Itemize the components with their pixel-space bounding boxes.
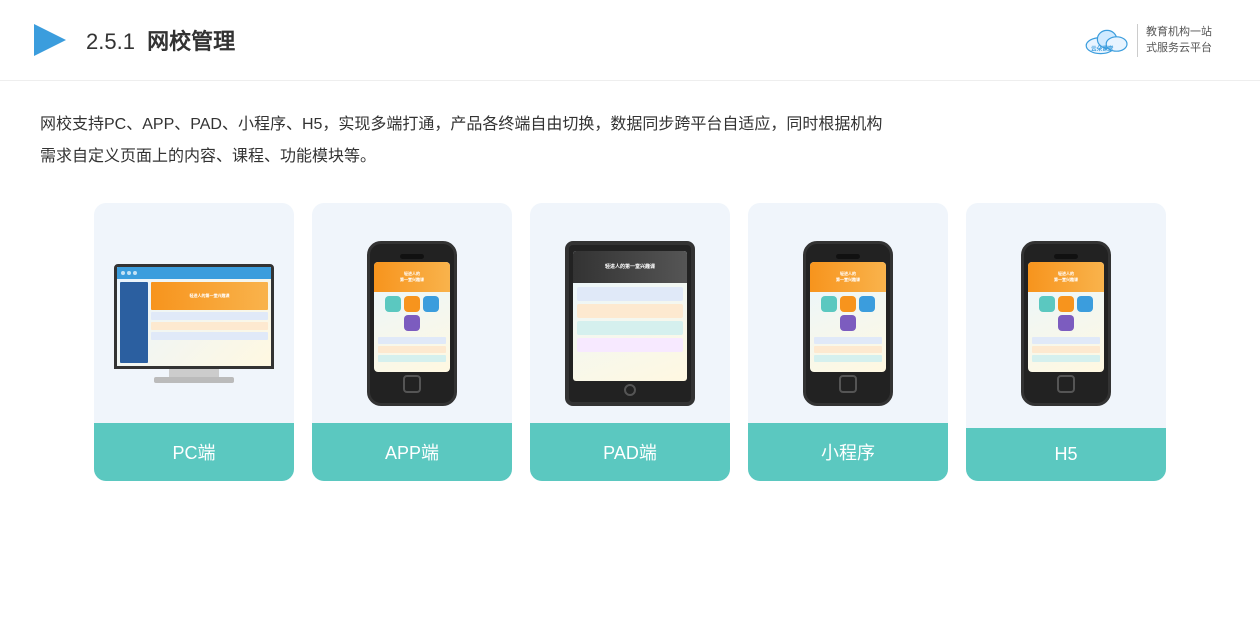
mock-tablet-pad: 轻进人的第一堂兴趣课 xyxy=(565,241,695,406)
card-image-mini: 轻进人的第一堂兴趣课 xyxy=(748,223,948,423)
card-image-pc: 轻进人的第一堂兴趣课 xyxy=(94,223,294,423)
card-h5: 轻进人的第一堂兴趣课 xyxy=(966,203,1166,481)
section-title: 网校管理 xyxy=(147,29,235,54)
description-line2: 需求自定义页面上的内容、课程、功能模块等。 xyxy=(40,141,1220,173)
description-line1: 网校支持PC、APP、PAD、小程序、H5，实现多端打通，产品各终端自由切换，数… xyxy=(40,109,1220,141)
card-pad: 轻进人的第一堂兴趣课 PAD端 xyxy=(530,203,730,481)
logo-icon: 云朵课堂 xyxy=(1083,22,1131,58)
cards-section: 轻进人的第一堂兴趣课 PC端 xyxy=(0,193,1260,511)
card-mini: 轻进人的第一堂兴趣课 xyxy=(748,203,948,481)
page-title: 2.5.1 网校管理 xyxy=(86,24,235,56)
card-pc: 轻进人的第一堂兴趣课 PC端 xyxy=(94,203,294,481)
header-left: 2.5.1 网校管理 xyxy=(30,20,235,60)
card-app: 轻进人的第一堂兴趣课 xyxy=(312,203,512,481)
logo-cloud: 云朵课堂 教育机构一站 式服务云平台 xyxy=(1075,18,1220,62)
mock-phone-app: 轻进人的第一堂兴趣课 xyxy=(367,241,457,406)
card-image-app: 轻进人的第一堂兴趣课 xyxy=(312,223,512,423)
section-icon xyxy=(30,20,70,60)
description: 网校支持PC、APP、PAD、小程序、H5，实现多端打通，产品各终端自由切换，数… xyxy=(0,81,1260,193)
card-label-pc: PC端 xyxy=(94,423,294,481)
card-label-mini: 小程序 xyxy=(748,423,948,481)
card-image-h5: 轻进人的第一堂兴趣课 xyxy=(966,223,1166,423)
card-label-pad: PAD端 xyxy=(530,423,730,481)
logo-tagline-2: 式服务云平台 xyxy=(1146,40,1212,57)
card-label-app: APP端 xyxy=(312,423,512,481)
logo-tagline: 教育机构一站 式服务云平台 xyxy=(1137,24,1212,57)
logo-tagline-1: 教育机构一站 xyxy=(1146,24,1212,41)
mock-phone-mini: 轻进人的第一堂兴趣课 xyxy=(803,241,893,406)
card-label-h5: H5 xyxy=(966,428,1166,481)
page-container: 2.5.1 网校管理 云朵课堂 教育机构一站 式服务云平台 网校支 xyxy=(0,0,1260,630)
header: 2.5.1 网校管理 云朵课堂 教育机构一站 式服务云平台 xyxy=(0,0,1260,81)
mock-phone-h5: 轻进人的第一堂兴趣课 xyxy=(1021,241,1111,406)
mock-pc-screen: 轻进人的第一堂兴趣课 xyxy=(114,264,274,369)
card-image-pad: 轻进人的第一堂兴趣课 xyxy=(530,223,730,423)
mock-pc: 轻进人的第一堂兴趣课 xyxy=(114,264,274,383)
section-number: 2.5.1 xyxy=(86,29,135,54)
logo-area: 云朵课堂 教育机构一站 式服务云平台 xyxy=(1075,18,1220,62)
